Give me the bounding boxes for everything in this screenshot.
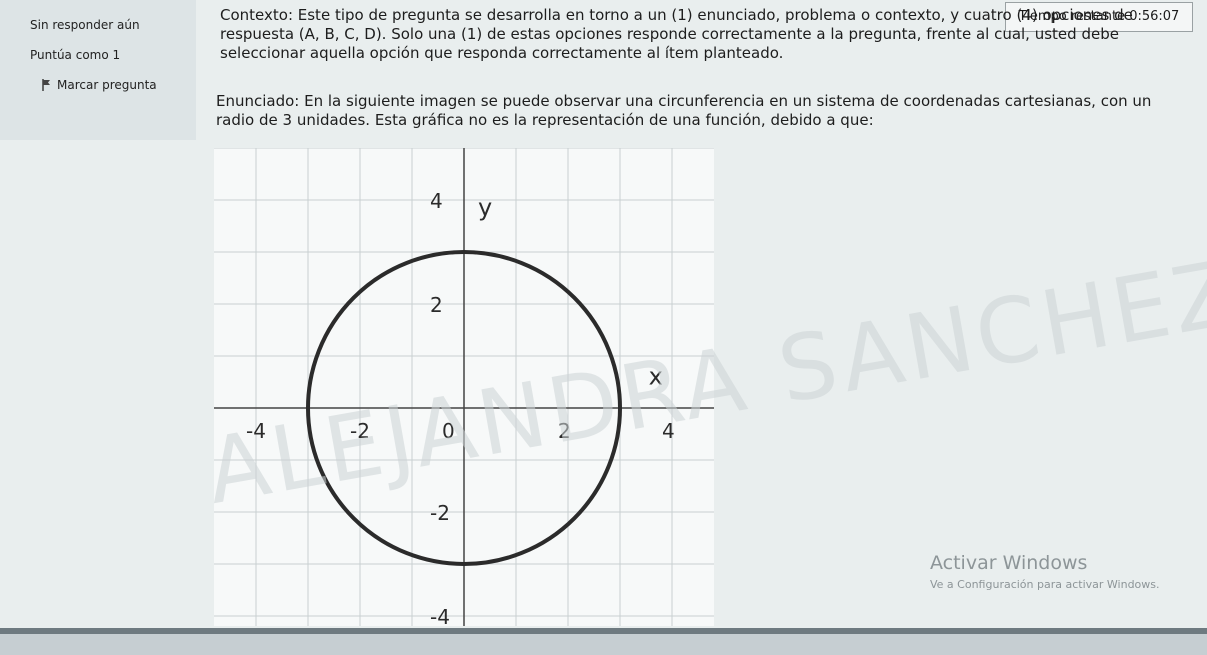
- activate-windows-notice: Activar Windows Ve a Configuración para …: [930, 552, 1160, 591]
- circle-graph: -4 -2 0 2 4 4 2 -2 -4 x y: [214, 148, 714, 626]
- circle-graph-svg: -4 -2 0 2 4 4 2 -2 -4 x y: [214, 148, 714, 626]
- x-tick-label: 4: [662, 419, 675, 443]
- activate-windows-title: Activar Windows: [930, 552, 1088, 574]
- question-statement: Enunciado: En la siguiente imagen se pue…: [216, 92, 1176, 130]
- y-axis-label: y: [478, 194, 492, 222]
- flag-question-button[interactable]: Marcar pregunta: [42, 78, 157, 92]
- x-axis-label: x: [649, 363, 663, 391]
- y-tick-label: -4: [430, 605, 450, 626]
- context-text: Este tipo de pregunta se desarrolla en t…: [220, 6, 1133, 62]
- x-tick-label: -4: [246, 419, 266, 443]
- statement-text: En la siguiente imagen se puede observar…: [216, 92, 1152, 129]
- y-tick-label: 2: [430, 293, 443, 317]
- flag-question-label: Marcar pregunta: [57, 78, 157, 92]
- question-context: Contexto: Este tipo de pregunta se desar…: [220, 6, 1180, 63]
- x-tick-label: 0: [442, 419, 455, 443]
- bottom-bar-strip: [0, 634, 1207, 655]
- y-tick-label: 4: [430, 189, 443, 213]
- x-tick-label: 2: [558, 419, 571, 443]
- y-tick-label: -2: [430, 501, 450, 525]
- question-status: Sin responder aún: [30, 18, 140, 32]
- statement-label: Enunciado:: [216, 92, 300, 110]
- x-tick-label: -2: [350, 419, 370, 443]
- context-label: Contexto:: [220, 6, 293, 24]
- question-score: Puntúa como 1: [30, 48, 121, 62]
- flag-icon: [42, 79, 51, 91]
- bottom-bar: [0, 628, 1207, 655]
- activate-windows-subtitle: Ve a Configuración para activar Windows.: [930, 578, 1160, 591]
- question-info-panel: Sin responder aún Puntúa como 1 Marcar p…: [0, 0, 196, 140]
